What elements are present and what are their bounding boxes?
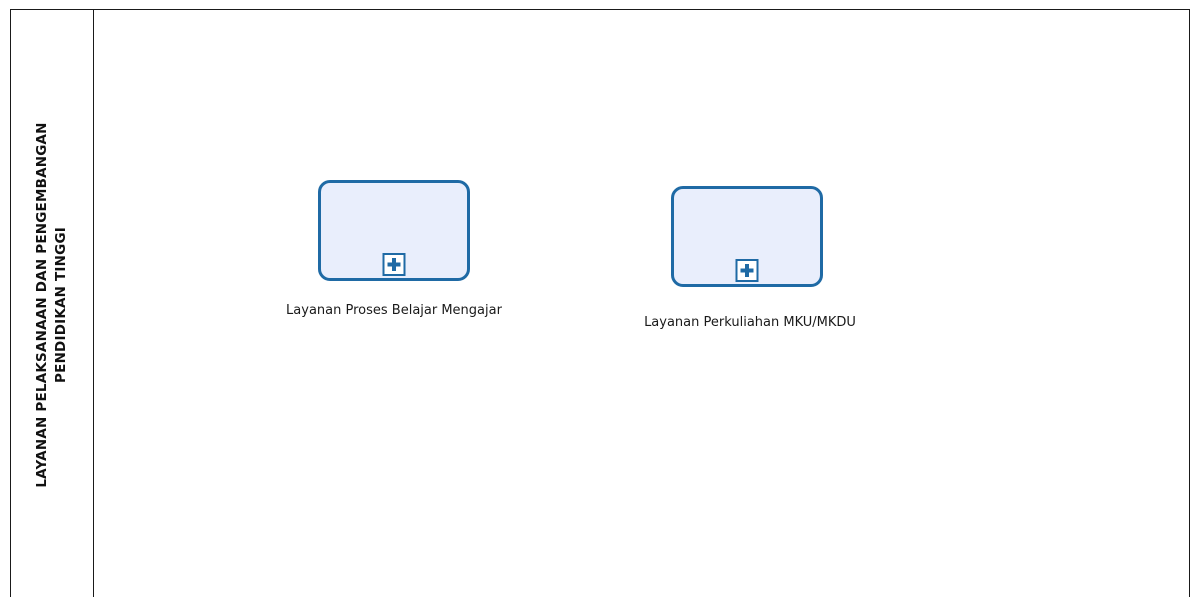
plus-icon [387, 258, 401, 271]
plus-icon [740, 264, 754, 277]
pool-title-line-2: PENDIDIKAN TINGGI [53, 227, 69, 383]
subprocess-task-proses-belajar-mengajar[interactable] [318, 180, 470, 281]
diagram-canvas: LAYANAN PELAKSANAAN DAN PENGEMBANGAN PEN… [0, 0, 1197, 597]
subprocess-expand-marker[interactable] [735, 259, 759, 282]
pool-title: LAYANAN PELAKSANAAN DAN PENGEMBANGAN PEN… [33, 45, 71, 565]
pool-title-line-1: LAYANAN PELAKSANAAN DAN PENGEMBANGAN [34, 122, 50, 488]
task-label: Layanan Proses Belajar Mengajar [286, 303, 502, 318]
subprocess-expand-marker[interactable] [382, 253, 406, 276]
subprocess-task-perkuliahan-mku-mkdu[interactable] [671, 186, 823, 287]
task-label: Layanan Perkuliahan MKU/MKDU [644, 315, 856, 330]
pool [10, 9, 1190, 597]
